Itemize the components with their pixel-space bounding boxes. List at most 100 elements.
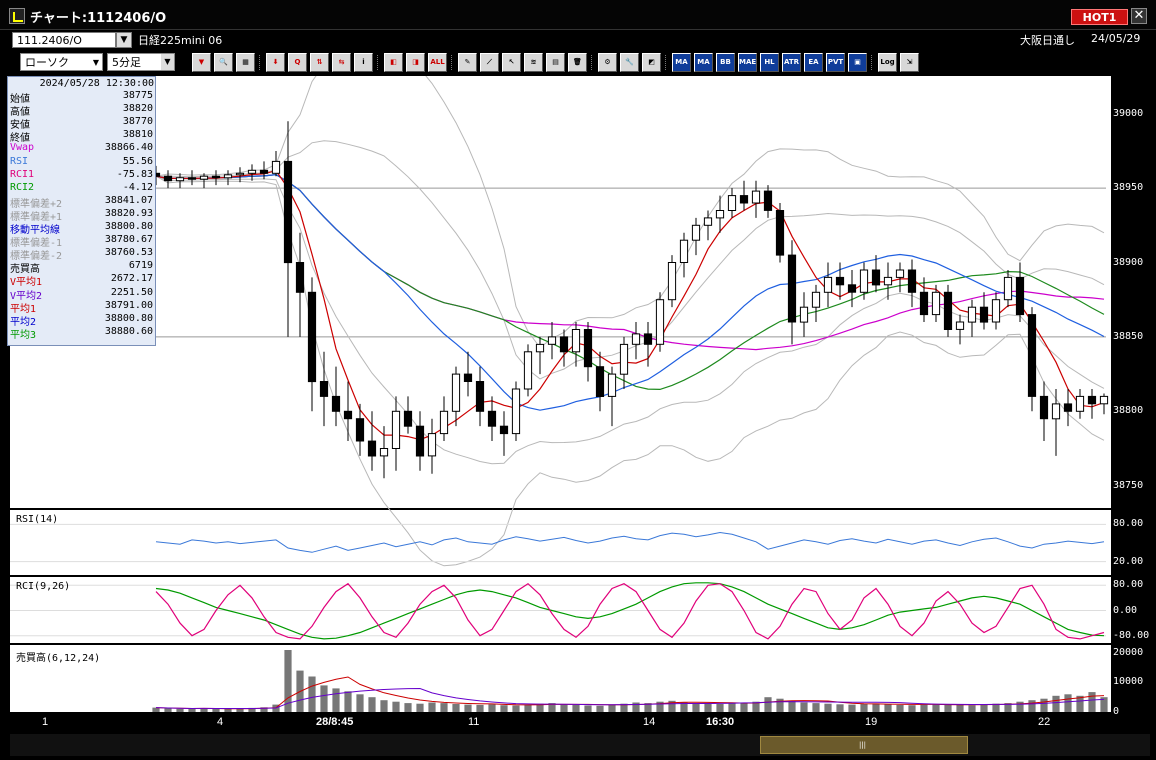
candle-body — [535, 343, 545, 353]
info-panel: 2024/05/28 12:30:00 始値 38775 高値 38820 安値 3877… — [7, 76, 156, 346]
candle-body — [799, 306, 809, 323]
toolbar-separator — [451, 55, 453, 70]
info-row-value: 2672.17 — [110, 273, 153, 285]
volume-bar — [980, 704, 988, 712]
candle-body — [571, 329, 581, 353]
candle-body — [883, 276, 893, 286]
export-icon[interactable]: ⇲ — [900, 53, 919, 72]
line-draw-icon[interactable]: ⟋ — [480, 53, 499, 72]
volume-bar — [884, 704, 892, 712]
candle-body — [811, 291, 821, 308]
info-row: 高値 38820 — [8, 103, 157, 118]
rsi-pane-label: RSI(14) — [16, 514, 59, 525]
indicator-ea-icon[interactable]: EA — [804, 53, 823, 72]
symbol-input[interactable]: 111.2406/O — [12, 32, 116, 48]
grid-icon[interactable]: ▦ — [236, 53, 255, 72]
wrench-icon[interactable]: 🔧 — [620, 53, 639, 72]
indicator-hl-icon[interactable]: HL — [760, 53, 779, 72]
gear-icon[interactable]: ⚙ — [598, 53, 617, 72]
memo-icon[interactable]: ▤ — [546, 53, 565, 72]
candle-body — [547, 336, 557, 345]
indicator-mae-icon[interactable]: MAE — [738, 53, 757, 72]
indicator-ma-icon[interactable]: MA — [694, 53, 713, 72]
indicator-pvt-icon[interactable]: PVT — [826, 53, 845, 72]
cursor-icon[interactable]: ↖ — [502, 53, 521, 72]
volume-bar — [956, 704, 964, 712]
rci1-line — [155, 582, 1105, 640]
info-row-label: RSI — [10, 155, 29, 167]
candle-body — [871, 269, 881, 286]
indicator-atr-icon[interactable]: ATR — [782, 53, 801, 72]
volume-bar — [848, 704, 856, 712]
trend-down-icon[interactable]: ▼ — [192, 53, 211, 72]
navigator-handle-icon[interactable]: ||| — [858, 741, 867, 749]
volume-bar — [740, 702, 748, 712]
candle-body — [907, 269, 917, 293]
bar-compare-icon[interactable]: ⇅ — [310, 53, 329, 72]
volume-bar — [872, 703, 880, 712]
chart-type-select[interactable]: ローソク ▼ — [20, 53, 103, 71]
info-row-value: 6719 — [128, 260, 153, 272]
candle-body — [271, 160, 281, 174]
search-icon[interactable]: 🔍 — [214, 53, 233, 72]
time-tick-label: 22 — [1038, 716, 1051, 728]
candle-body — [763, 190, 773, 211]
pencil-icon[interactable]: ✎ — [458, 53, 477, 72]
candle-body — [487, 410, 497, 427]
arrow-down-icon[interactable]: ⬇ — [266, 53, 285, 72]
candle-body — [223, 174, 233, 179]
info-row: RSI 55.56 — [8, 156, 157, 169]
candle-body — [607, 373, 617, 397]
candle-body — [979, 306, 989, 323]
candle-body — [631, 333, 641, 345]
chart-area[interactable] — [10, 39, 1111, 713]
indicator-box-icon[interactable]: ▣ — [848, 53, 867, 72]
fibo-icon[interactable]: ≋ — [524, 53, 543, 72]
log-icon[interactable]: Log — [878, 53, 897, 72]
window-title: チャート:1112406/O — [30, 11, 167, 26]
volume-bar — [920, 704, 928, 712]
info-row-value: 38770 — [122, 116, 153, 128]
volume-bar — [344, 691, 352, 712]
bar-split-icon[interactable]: ⇆ — [332, 53, 351, 72]
candle-body — [367, 440, 377, 457]
candle-body — [943, 291, 953, 331]
chart-window: チャート:1112406/O HOT1 ✕ 111.2406/O ▼ 日経225… — [0, 0, 1156, 760]
bollinger-band-line — [155, 175, 1105, 465]
candle-body — [247, 169, 257, 174]
chevron-down-icon: ▼ — [92, 58, 99, 67]
indicator-be-icon[interactable]: BB — [716, 53, 735, 72]
zoom-icon[interactable]: Q — [288, 53, 307, 72]
candle-body — [1087, 395, 1097, 405]
trash-icon[interactable]: 🗑 — [568, 53, 587, 72]
candle-body — [595, 366, 605, 398]
color-icon[interactable]: ◩ — [642, 53, 661, 72]
time-tick-label: 19 — [865, 716, 878, 728]
candle-body — [523, 351, 533, 390]
close-icon[interactable]: ✕ — [1131, 8, 1147, 24]
axis-tick-label: -80.00 — [1113, 629, 1150, 641]
candle-plus-icon[interactable]: ◨ — [406, 53, 425, 72]
time-tick-label: 4 — [217, 716, 224, 728]
all-icon[interactable]: ALL — [428, 53, 447, 72]
candle-body — [895, 269, 905, 278]
interval-select[interactable]: 5分足 ▼ — [107, 53, 175, 71]
navigator-bar[interactable] — [10, 734, 1150, 756]
info-row-value: 2251.50 — [110, 286, 153, 298]
hot-button[interactable]: HOT1 — [1071, 9, 1128, 25]
volume-bar — [560, 704, 568, 712]
info-row-value: -75.83 — [116, 168, 153, 180]
candle-body — [319, 381, 329, 397]
toolbar-separator — [871, 55, 873, 70]
volume-bar — [1040, 698, 1048, 712]
chart-app-icon — [9, 8, 25, 24]
rsi-line — [155, 531, 1105, 553]
candle-body — [211, 175, 221, 179]
toolbar-separator — [665, 55, 667, 70]
candle-minus-icon[interactable]: ◧ — [384, 53, 403, 72]
title-bar: チャート:1112406/O HOT1 ✕ — [0, 0, 1156, 30]
symbol-dropdown-icon[interactable]: ▼ — [116, 32, 132, 48]
info-icon[interactable]: i — [354, 53, 373, 72]
indicator-bb-icon[interactable]: MA — [672, 53, 691, 72]
volume-bar — [608, 704, 616, 712]
